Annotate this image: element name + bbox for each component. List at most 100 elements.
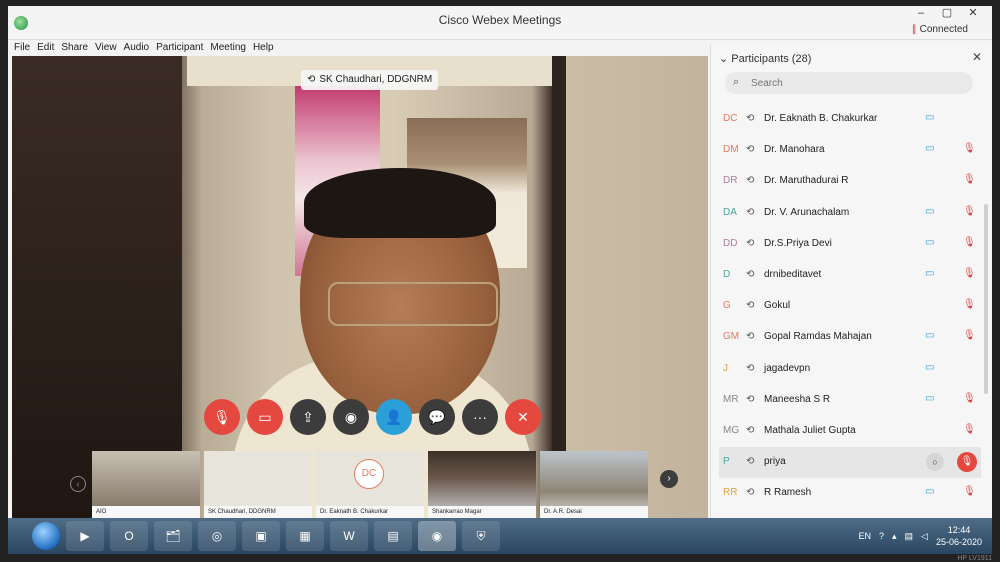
chat-button[interactable]: 💬: [419, 399, 455, 435]
taskbar-app-button[interactable]: ▤: [374, 521, 412, 551]
taskbar-app-button[interactable]: ◎: [198, 521, 236, 551]
taskbar: ▶ O 🗂 ◎ ▣ ▦ W ▤ ◉ ⛨ EN ? ▴ ▤ ◁ 12:44 25-06-2020: [8, 518, 992, 554]
stop-video-button[interactable]: ▭: [247, 399, 283, 435]
participant-name: Mathala Juliet Gupta: [764, 424, 856, 436]
participant-row[interactable]: DA ⟲ Dr. V. Arunachalam ▭ 🎙: [719, 198, 981, 229]
thumbnail-label: Dr. Eaknath B. Chakurkar: [316, 506, 424, 518]
audio-connection-icon: ⟲: [746, 144, 755, 156]
video-on-icon: ▭: [925, 392, 935, 404]
participant-row[interactable]: DR ⟲ Dr. Maruthadurai R 🎙: [719, 166, 981, 197]
tray-overflow-icon[interactable]: ▴: [892, 531, 897, 542]
participant-row[interactable]: P ⟲ priya ○ 🎙: [719, 447, 981, 479]
mute-button[interactable]: 🎙: [204, 399, 240, 435]
taskbar-app-button[interactable]: ▣: [242, 521, 280, 551]
help-icon[interactable]: ?: [879, 531, 884, 541]
participant-thumbnail[interactable]: AIO: [92, 451, 200, 518]
muted-mic-icon[interactable]: 🎙: [963, 174, 976, 185]
clock[interactable]: 12:44 25-06-2020: [936, 524, 982, 548]
mute-participant-button[interactable]: 🎙: [957, 452, 977, 473]
leave-button[interactable]: ✕: [505, 399, 541, 435]
system-tray: EN ? ▴ ▤ ◁ 12:44 25-06-2020: [858, 522, 982, 550]
speaker-glasses: [328, 282, 498, 326]
menu-meeting[interactable]: Meeting: [210, 42, 246, 53]
participant-row[interactable]: DD ⟲ Dr.S.Priya Devi ▭ 🎙: [719, 229, 981, 260]
participant-thumbnail[interactable]: SK Chaudhari, DDGNRM: [204, 451, 312, 518]
participant-row[interactable]: MG ⟲ Mathala Juliet Gupta 🎙: [719, 416, 981, 447]
muted-mic-icon[interactable]: 🎙: [963, 393, 976, 404]
language-indicator[interactable]: EN: [858, 531, 871, 541]
taskbar-app-button[interactable]: ▶: [66, 521, 104, 551]
audio-connection-icon: ⟲: [746, 331, 755, 343]
muted-mic-icon[interactable]: 🎙: [963, 330, 976, 341]
participants-button[interactable]: 👤: [376, 399, 412, 435]
muted-mic-icon[interactable]: 🎙: [963, 486, 976, 497]
participant-initials: MG: [723, 424, 740, 436]
taskbar-app-button[interactable]: 🗂: [154, 521, 192, 551]
taskbar-app-button[interactable]: W: [330, 521, 368, 551]
maximize-button[interactable]: ▢: [934, 6, 960, 20]
video-on-icon: ▭: [925, 361, 935, 373]
taskbar-app-button[interactable]: O: [110, 521, 148, 551]
participant-thumbnail[interactable]: Shankarrao Magar: [428, 451, 536, 518]
participants-header[interactable]: ⌄ Participants (28): [719, 52, 811, 65]
menu-file[interactable]: File: [14, 42, 30, 53]
participant-row[interactable]: MR ⟲ Maneesha S R ▭ 🎙: [719, 385, 981, 416]
participant-initials: G: [723, 300, 731, 312]
muted-mic-icon[interactable]: 🎙: [963, 268, 976, 279]
start-button[interactable]: [32, 522, 60, 550]
search-input[interactable]: [751, 72, 971, 94]
record-button[interactable]: ◉: [333, 399, 369, 435]
taskbar-app-button[interactable]: ⛨: [462, 521, 500, 551]
menu-view[interactable]: View: [95, 42, 117, 53]
participant-row[interactable]: GM ⟲ Gopal Ramdas Mahajan ▭ 🎙: [719, 322, 981, 353]
search-icon: ⌕: [733, 76, 740, 88]
participant-row[interactable]: RR ⟲ R Ramesh ▭ 🎙: [719, 478, 981, 509]
muted-mic-icon[interactable]: 🎙: [963, 206, 976, 217]
more-button[interactable]: ···: [462, 399, 498, 435]
participant-row[interactable]: D ⟲ drnibeditavet ▭ 🎙: [719, 260, 981, 291]
participant-initials: P: [723, 456, 730, 468]
participant-name: Dr. Manohara: [764, 144, 825, 156]
participant-thumbnail[interactable]: Dr. A.R. Desai: [540, 451, 648, 518]
muted-mic-icon[interactable]: 🎙: [963, 237, 976, 248]
thumbnail-label: Dr. A.R. Desai: [540, 506, 648, 518]
close-panel-button[interactable]: ✕: [972, 50, 982, 64]
menu-audio[interactable]: Audio: [124, 42, 150, 53]
participant-initials: J: [723, 362, 728, 374]
participant-row[interactable]: J ⟲ jagadevpn ▭: [719, 354, 981, 385]
participant-initials: RR: [723, 487, 738, 499]
chat-icon[interactable]: ○: [926, 453, 944, 472]
muted-mic-icon[interactable]: 🎙: [963, 143, 976, 154]
menu-edit[interactable]: Edit: [37, 42, 54, 53]
taskbar-app-button[interactable]: ◉: [418, 521, 456, 551]
avatar: DC: [354, 459, 384, 489]
close-window-button[interactable]: ✕: [960, 6, 986, 20]
thumbnails-prev-button[interactable]: ‹: [70, 476, 86, 492]
screen: Cisco Webex Meetings – ▢ ✕ ∥ Connected Fi…: [8, 6, 992, 554]
share-button[interactable]: ⇪: [290, 399, 326, 435]
menu-help[interactable]: Help: [253, 42, 274, 53]
network-icon[interactable]: ▤: [905, 531, 914, 542]
volume-icon[interactable]: ◁: [921, 531, 928, 542]
muted-mic-icon[interactable]: 🎙: [963, 424, 976, 435]
menu-share[interactable]: Share: [61, 42, 88, 53]
participant-row[interactable]: G ⟲ Gokul 🎙: [719, 291, 981, 322]
audio-connection-icon: ⟲: [746, 362, 755, 374]
participant-thumbnail[interactable]: DC Dr. Eaknath B. Chakurkar: [316, 451, 424, 518]
thumbnails-next-button[interactable]: ›: [660, 470, 678, 488]
video-on-icon: ▭: [925, 143, 935, 155]
speaker-hair: [304, 168, 496, 238]
taskbar-app-button[interactable]: ▦: [286, 521, 324, 551]
participants-panel: ⌄ Participants (28) ✕ ⌕ DC ⟲ Dr. Eaknath B…: [710, 44, 992, 518]
audio-connection-icon: ⟲: [746, 206, 755, 218]
participant-row[interactable]: DC ⟲ Dr. Eaknath B. Chakurkar ▭: [719, 104, 981, 135]
participant-row[interactable]: DM ⟲ Dr. Manohara ▭ 🎙: [719, 135, 981, 166]
video-on-icon: ▭: [925, 205, 935, 217]
audio-icon: ⟲: [307, 74, 316, 85]
menu-participant[interactable]: Participant: [156, 42, 203, 53]
muted-mic-icon[interactable]: 🎙: [963, 299, 976, 310]
minimize-button[interactable]: –: [908, 6, 934, 20]
participant-list-scrollbar[interactable]: [984, 204, 988, 394]
window-controls: – ▢ ✕: [908, 6, 986, 20]
participant-name: priya: [764, 456, 786, 468]
